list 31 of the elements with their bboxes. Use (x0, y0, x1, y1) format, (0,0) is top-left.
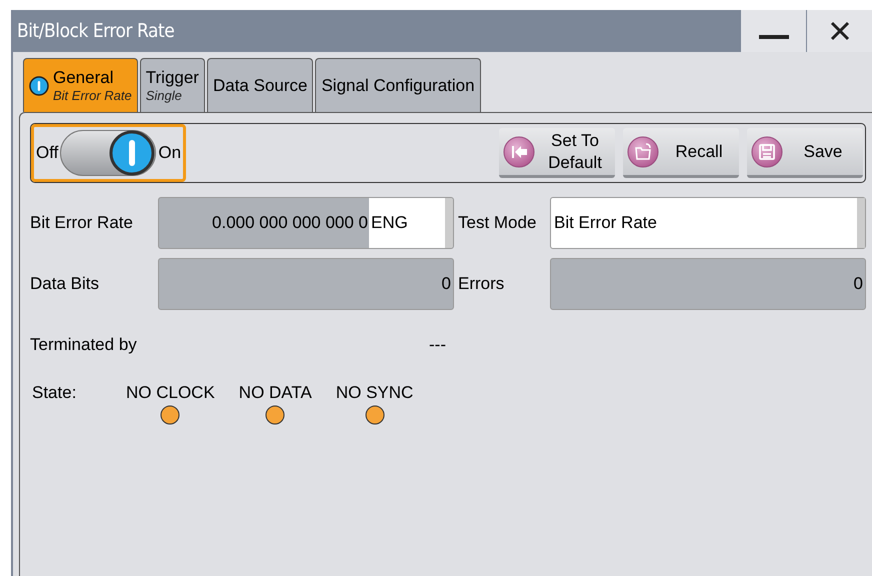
field-label: Test Mode (457, 212, 538, 234)
minimize-button[interactable] (740, 10, 806, 52)
field-label: Data Bits (30, 273, 100, 296)
close-button[interactable] (806, 10, 872, 52)
tab[interactable]: Data Source (206, 58, 314, 112)
data-bits-field: 0 (158, 258, 454, 310)
power-toggle[interactable]: Off On (31, 124, 186, 182)
field-label: Terminated by (30, 334, 138, 356)
errors-field: 0 (550, 258, 866, 310)
tab[interactable]: General Bit Error Rate (23, 58, 138, 112)
field-label: Errors (457, 273, 506, 296)
bit-error-rate-field[interactable]: 0.000 000 000 000 0 ENG (158, 197, 454, 249)
recall-button[interactable]: Recall (623, 128, 739, 178)
terminated-by-value: --- (429, 334, 446, 356)
toggle-knob-icon (109, 130, 156, 176)
minimize-icon (758, 35, 788, 41)
folder-icon (627, 136, 659, 168)
field-label: Bit Error Rate (30, 212, 134, 234)
tab[interactable]: Signal Configuration (315, 58, 481, 112)
set-default-button[interactable]: Set To Default (499, 128, 615, 178)
state-indicator-label: NO DATA (238, 382, 312, 404)
tab[interactable]: Trigger Single (140, 58, 205, 112)
state-indicator-label: NO CLOCK (126, 382, 215, 404)
unit-dropdown[interactable]: ENG (369, 198, 445, 248)
save-button[interactable]: Save (747, 128, 863, 178)
floppy-disk-icon (751, 136, 783, 168)
state-indicator-label: NO SYNC (336, 382, 414, 404)
state-label: State: (31, 382, 78, 404)
test-mode-dropdown[interactable]: Bit Error Rate (550, 197, 866, 249)
window-title: Bit/Block Error Rate (16, 18, 176, 44)
close-icon (830, 21, 850, 41)
